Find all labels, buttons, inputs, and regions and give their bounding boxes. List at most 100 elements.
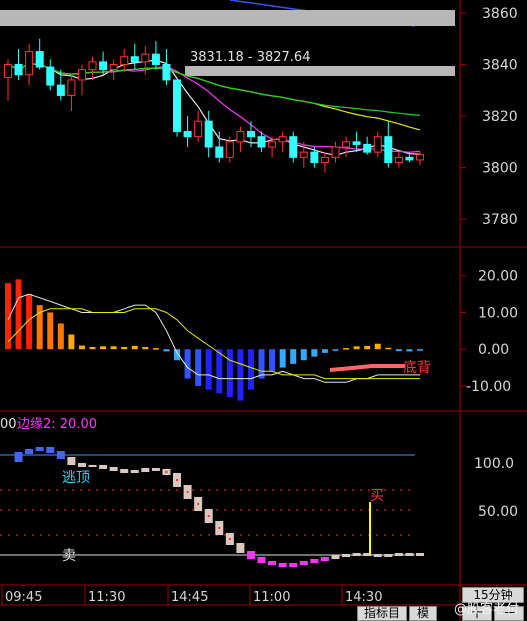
candle-body	[173, 79, 182, 133]
candle-body	[225, 141, 234, 158]
osc-bar	[56, 451, 65, 459]
candle-body	[162, 63, 171, 81]
watermark: @股客老付	[453, 602, 519, 617]
osc-bar	[384, 554, 393, 557]
macd-bar	[385, 347, 392, 350]
candle-body	[77, 69, 86, 81]
candle-body	[373, 136, 382, 153]
candle-body	[394, 156, 403, 163]
macd-bar	[163, 349, 170, 352]
time-label: 11:30	[88, 590, 125, 605]
macd-bar	[78, 345, 85, 350]
macd-bar	[290, 349, 297, 364]
macd-bar	[311, 349, 318, 357]
osc-bar	[278, 563, 287, 567]
osc-bar	[352, 553, 361, 556]
osc-dot	[176, 479, 179, 481]
price-tick-label: 3840	[482, 57, 518, 73]
candle-body	[310, 151, 319, 163]
time-axis: 09:45 11:30 14:45 11:00 14:30	[1, 585, 382, 605]
candle-body	[278, 136, 287, 143]
osc-bar	[109, 467, 118, 471]
osc-dot	[165, 471, 168, 473]
osc-bar	[416, 553, 424, 556]
candle-body	[67, 79, 76, 96]
macd-bar	[68, 334, 75, 350]
macd-bar	[343, 348, 350, 350]
range-label: 3831.18 - 3827.64	[190, 50, 310, 65]
candle-body	[405, 156, 414, 161]
param-label: 边缘2: 20.00	[17, 417, 97, 432]
candle-body	[268, 141, 277, 148]
osc-bar	[67, 457, 76, 465]
buy-label: 买	[370, 488, 384, 504]
macd-bar	[174, 349, 181, 361]
macd-bar	[300, 349, 307, 361]
candle-body	[88, 61, 97, 71]
candle-body	[25, 51, 34, 76]
osc-bar	[405, 553, 414, 556]
osc-bar	[310, 559, 319, 563]
macd-bar	[321, 349, 328, 353]
osc-bar	[342, 554, 351, 557]
macd-bar	[121, 347, 128, 350]
macd-panel: 底背 20.00 10.00 0.00 -10.00	[5, 269, 518, 401]
divergence-marker-line	[329, 364, 405, 372]
osc-bar	[35, 447, 44, 451]
candle-body	[141, 53, 150, 63]
candle-body	[352, 141, 361, 145]
ma-line	[7, 62, 421, 153]
price-tick-label: 3780	[482, 212, 518, 228]
candle-body	[416, 154, 424, 161]
sell-label: 卖	[62, 548, 76, 564]
candle-body	[246, 131, 255, 138]
candle-body	[289, 136, 298, 158]
macd-bar	[47, 312, 54, 350]
template-button[interactable]: 模	[409, 606, 437, 621]
macd-bar	[237, 349, 244, 401]
osc-dot	[197, 503, 200, 505]
candle-body	[299, 151, 308, 158]
macd-tick-label: 20.00	[478, 269, 518, 285]
param-prefix: 00	[0, 417, 17, 432]
osc-tick-100: 100.0	[474, 456, 514, 472]
oscillator-panel: 00 边缘2: 20.00 逃顶 买 卖 100.0 50.00	[0, 417, 518, 567]
osc-bar	[394, 553, 403, 556]
macd-bar	[406, 349, 413, 352]
macd-histogram	[5, 279, 423, 401]
macd-bar	[258, 349, 265, 379]
candle-body	[151, 53, 160, 65]
candle-body	[183, 131, 192, 138]
time-label: 09:45	[5, 590, 42, 605]
macd-bar	[417, 349, 423, 351]
osc-bar	[246, 551, 255, 559]
osc-dot	[207, 515, 210, 517]
osc-dot	[228, 538, 231, 540]
osc-bar	[320, 557, 329, 561]
price-panel: 3831.18 - 3827.64 3860 3840 3820 3800 3780	[0, 0, 518, 228]
macd-bar	[15, 279, 22, 350]
macd-bar	[353, 346, 360, 350]
candle-body	[204, 120, 213, 148]
osc-bar	[151, 468, 160, 471]
macd-bar	[216, 349, 223, 394]
osc-bar	[141, 468, 150, 472]
osc-bar	[99, 465, 108, 469]
candle-body	[99, 61, 108, 71]
candle-body	[46, 66, 55, 86]
price-axis: 3860 3840 3820 3800 3780	[460, 6, 518, 228]
candle-body	[363, 143, 372, 153]
macd-tick-label: -10.00	[466, 379, 511, 395]
macd-bar	[195, 349, 202, 386]
macd-bar	[247, 349, 254, 390]
macd-bar	[57, 323, 64, 350]
macd-tick-label: 10.00	[478, 305, 518, 321]
osc-bar	[130, 470, 139, 473]
osc-tick-50: 50.00	[478, 504, 518, 520]
indicator-button[interactable]: 指标目	[357, 606, 407, 621]
macd-bar	[395, 349, 402, 352]
macd-bar	[205, 349, 212, 390]
candle-body	[14, 63, 23, 76]
macd-bar	[152, 348, 159, 350]
time-label: 14:30	[345, 590, 382, 605]
